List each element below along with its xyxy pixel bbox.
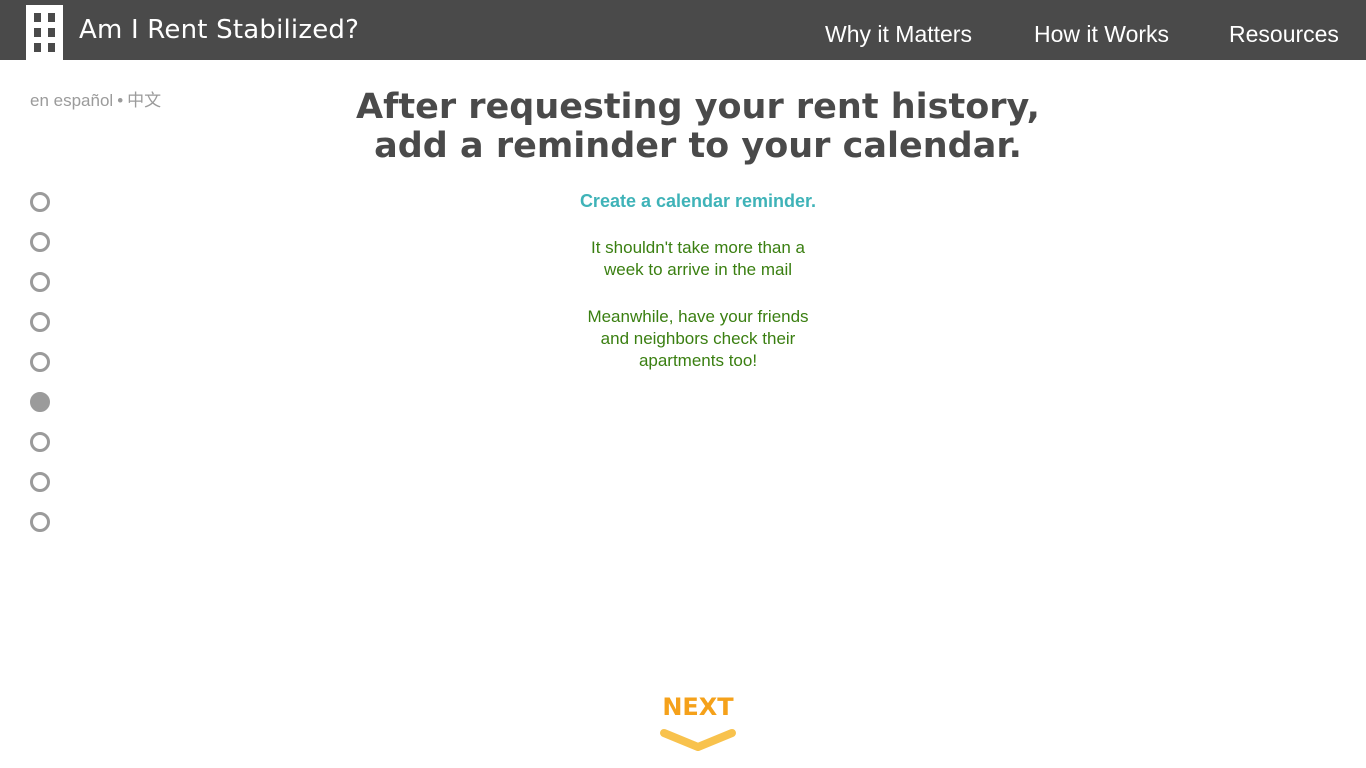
step-dot-4[interactable] (30, 312, 50, 332)
page-heading: After requesting your rent history, add … (283, 88, 1113, 166)
step-dot-8[interactable] (30, 472, 50, 492)
top-navigation-bar: Am I Rent Stabilized? Why it Matters How… (0, 0, 1366, 60)
nav-why-it-matters[interactable]: Why it Matters (825, 20, 972, 48)
friends-check-text: Meanwhile, have your friends and neighbo… (483, 306, 913, 372)
language-switcher: en español • 中文 (30, 90, 161, 112)
mail-arrival-text: It shouldn't take more than a week to ar… (483, 237, 913, 281)
site-title-link[interactable]: Am I Rent Stabilized? (79, 14, 359, 46)
language-chinese-link[interactable]: 中文 (127, 91, 161, 110)
friends-check-line-1: Meanwhile, have your friends (587, 307, 809, 326)
chevron-down-icon (660, 729, 736, 751)
step-dot-3[interactable] (30, 272, 50, 292)
create-calendar-reminder-link[interactable]: Create a calendar reminder. (483, 190, 913, 212)
step-dot-5[interactable] (30, 352, 50, 372)
mail-arrival-line-2: week to arrive in the mail (603, 260, 793, 279)
friends-check-line-2: and neighbors check their (600, 329, 796, 348)
friends-check-line-3: apartments too! (638, 351, 758, 370)
heading-line-2: add a reminder to your calendar. (374, 126, 1022, 166)
heading-line-1: After requesting your rent history, (356, 87, 1040, 127)
nav-resources[interactable]: Resources (1229, 20, 1339, 48)
nav-how-it-works[interactable]: How it Works (1034, 20, 1169, 48)
step-dot-9[interactable] (30, 512, 50, 532)
building-icon[interactable] (26, 5, 63, 60)
step-dot-1[interactable] (30, 192, 50, 212)
step-dot-6[interactable] (30, 392, 50, 412)
language-spanish-link[interactable]: en español (30, 91, 113, 110)
step-dot-7[interactable] (30, 432, 50, 452)
language-separator: • (117, 91, 124, 110)
next-label: NEXT (662, 693, 734, 721)
step-dot-2[interactable] (30, 232, 50, 252)
next-button[interactable]: NEXT (648, 690, 748, 760)
mail-arrival-line-1: It shouldn't take more than a (591, 238, 805, 257)
